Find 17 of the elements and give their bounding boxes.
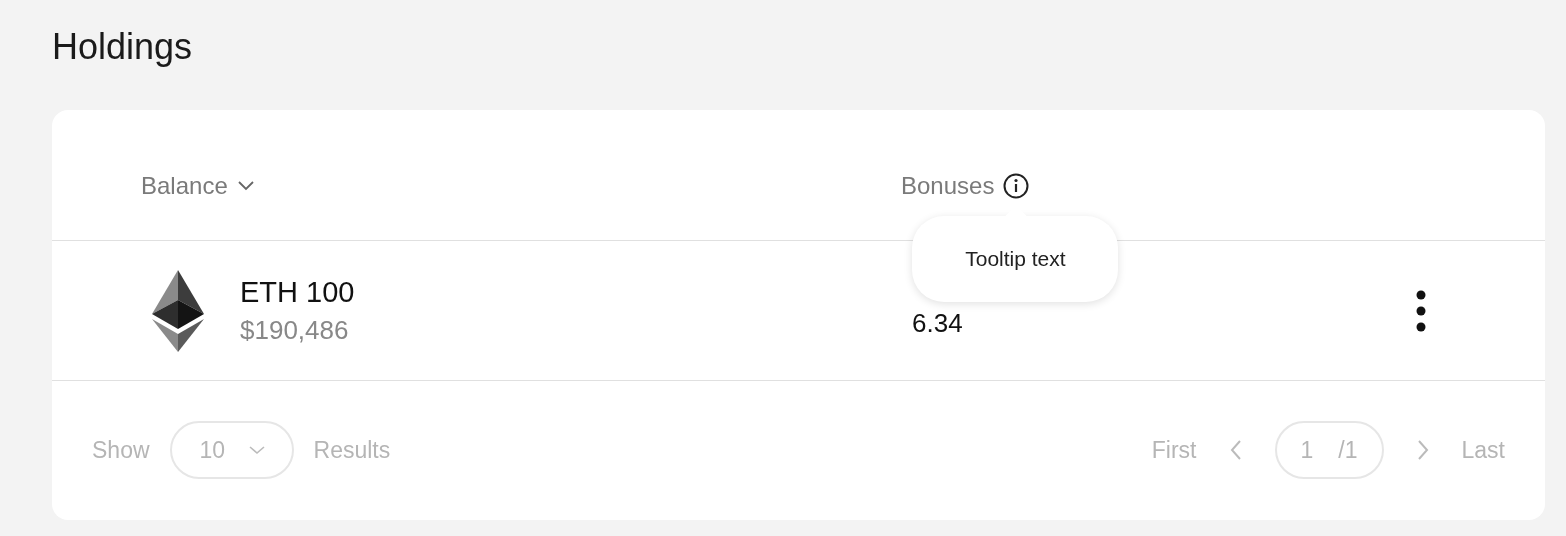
page-title: Holdings (52, 25, 194, 69)
column-header: Bonuses (901, 172, 995, 200)
bonus-amount: 6.34 (912, 308, 964, 339)
show-label: Show (92, 436, 150, 464)
info-icon[interactable] (1002, 172, 1031, 200)
more-menu-icon[interactable] (1415, 288, 1427, 333)
page-number-field[interactable]: 1 /1 (1274, 421, 1384, 479)
asset-amount: ETH 100 (240, 275, 355, 309)
diamond-logo-icon (152, 269, 204, 352)
asset-value: $190,486 (240, 314, 350, 346)
column-header[interactable]: Balance (141, 172, 256, 200)
first-page-link[interactable]: First (1151, 436, 1197, 464)
last-page-link[interactable]: Last (1461, 436, 1505, 464)
results-label: Results (313, 436, 391, 464)
page-size-select[interactable]: 10 (169, 421, 294, 479)
tooltip: Tooltip text (912, 216, 1119, 302)
chevron-down-icon (247, 445, 266, 455)
